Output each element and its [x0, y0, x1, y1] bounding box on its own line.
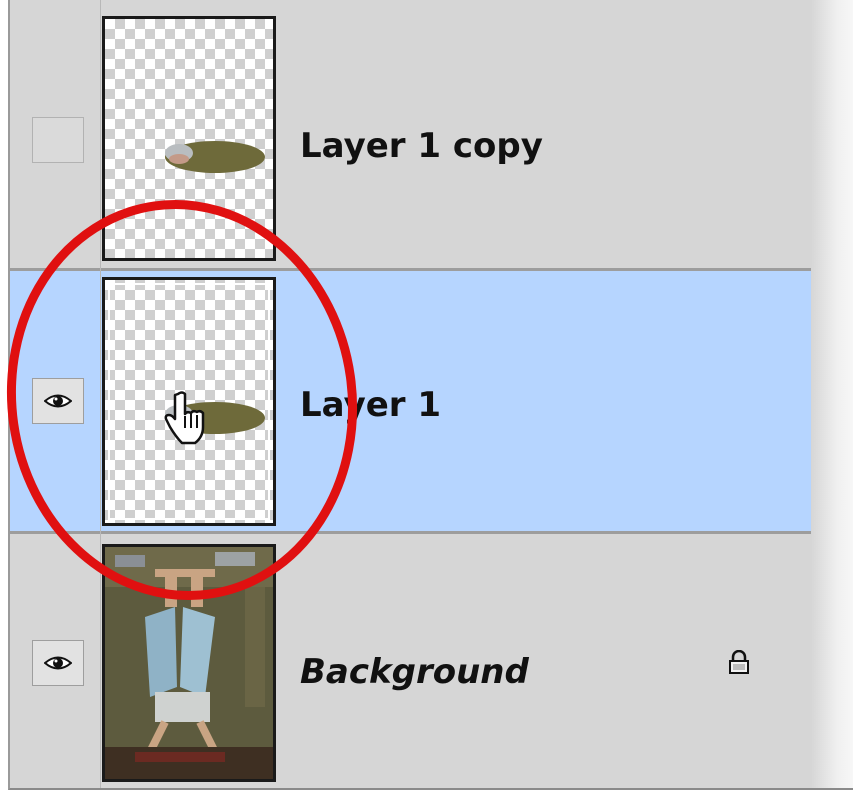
panel-scroll-shadow — [811, 0, 853, 788]
lock-icon — [729, 650, 749, 674]
visibility-toggle-layer-1[interactable] — [32, 378, 84, 424]
background-photo-image — [105, 547, 273, 779]
layer-name[interactable]: Layer 1 — [300, 385, 441, 425]
layers-panel: Layer 1 copy Layer 1 Background — [8, 0, 853, 790]
layer-name[interactable]: Layer 1 copy — [300, 126, 543, 166]
hand-pointer-icon — [164, 391, 205, 445]
layer-name[interactable]: Background — [300, 652, 529, 692]
visibility-column-divider — [100, 0, 101, 788]
layer-thumbnail-layer-1-copy[interactable] — [102, 16, 276, 261]
layer-thumbnail-background[interactable] — [102, 544, 276, 782]
layer-row-layer-1[interactable]: Layer 1 — [10, 271, 813, 531]
eye-icon — [44, 656, 72, 670]
eye-icon — [44, 394, 72, 408]
layer-row-background[interactable]: Background — [10, 534, 813, 788]
layer-row-layer-1-copy[interactable]: Layer 1 copy — [10, 0, 813, 268]
visibility-toggle-background[interactable] — [32, 640, 84, 686]
visibility-toggle-layer-1-copy[interactable] — [32, 117, 84, 163]
layer-thumbnail-art — [165, 141, 265, 173]
